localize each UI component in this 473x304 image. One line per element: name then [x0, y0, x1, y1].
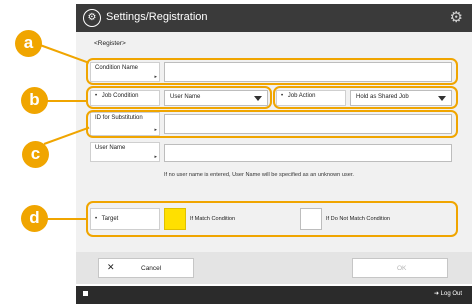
user-name-label: User Name: [95, 145, 126, 151]
callout-a: a: [15, 30, 42, 57]
ok-button[interactable]: OK: [352, 258, 448, 278]
callout-c: c: [22, 141, 49, 168]
highlight-a: [86, 58, 458, 85]
user-name-hint: If no user name is entered, User Name wi…: [164, 172, 354, 178]
page-title: Settings/Registration: [106, 11, 208, 23]
logout-label: Log Out: [440, 291, 462, 297]
callout-b: b: [21, 87, 48, 114]
user-name-field[interactable]: [164, 144, 452, 162]
cancel-label: Cancel: [141, 265, 162, 272]
ok-label: OK: [397, 265, 407, 272]
callout-d: d: [21, 205, 48, 232]
screen-label: <Register>: [94, 40, 126, 47]
highlight-d: [86, 201, 458, 237]
callout-line-d: [46, 218, 88, 220]
cancel-button[interactable]: ✕ Cancel: [98, 258, 194, 278]
title-bar: ⚙ Settings/Registration ⚙: [76, 4, 472, 32]
arrow-icon: ▸: [154, 154, 157, 160]
x-icon: ✕: [107, 263, 115, 273]
logout-icon: ➜: [433, 290, 439, 297]
highlight-c: [86, 110, 458, 138]
status-bar: ➜ Log Out: [76, 286, 472, 304]
callout-line-b: [46, 100, 88, 102]
logout-button[interactable]: ➜ Log Out: [434, 290, 462, 297]
user-name-label-button[interactable]: User Name ▸: [90, 142, 160, 162]
gear-icon[interactable]: ⚙: [450, 8, 463, 26]
settings-registration-icon: ⚙: [83, 9, 101, 27]
status-indicator-icon: [83, 291, 88, 296]
highlight-b-left: [86, 86, 272, 109]
highlight-b-right: [273, 86, 458, 109]
